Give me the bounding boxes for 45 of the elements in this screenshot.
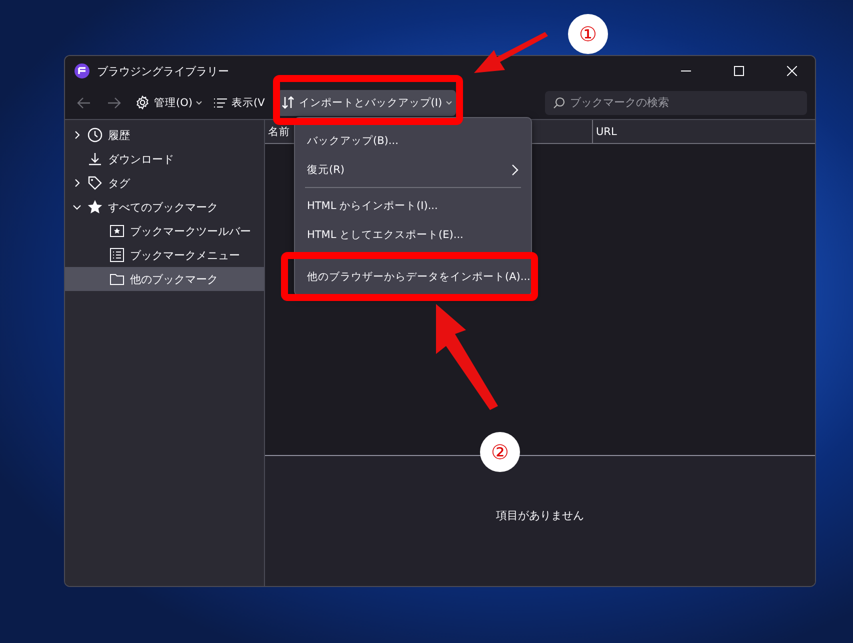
up-down-arrows-icon (280, 96, 295, 109)
chevron-icon (511, 164, 519, 176)
menu-item[interactable]: 他のブラウザーからデータをインポート(A)... (295, 262, 531, 291)
menu-item[interactable]: HTML としてエクスポート(E)... (295, 220, 531, 249)
gear-icon (135, 95, 150, 110)
caret-icon (446, 100, 452, 104)
star-icon (87, 199, 103, 215)
sidebar-item[interactable]: 他のブックマーク (65, 267, 264, 291)
sidebar-item[interactable]: すべてのブックマーク (65, 195, 264, 219)
star-box-icon (109, 223, 125, 239)
clock-icon (87, 127, 103, 143)
step-marker (568, 14, 608, 54)
step-marker (480, 432, 520, 472)
tag-icon (87, 175, 103, 191)
download-icon (87, 151, 103, 167)
caret-icon (196, 100, 202, 104)
search-field[interactable]: ブックマークの検索 (545, 90, 807, 114)
list-icon (214, 98, 228, 108)
sidebar-item[interactable]: タグ (65, 171, 264, 195)
sidebar-item[interactable]: 履歴 (65, 123, 264, 147)
close-icon (787, 66, 797, 76)
chevron-icon[interactable] (72, 202, 82, 212)
list-icon (109, 247, 125, 263)
chevron-icon[interactable] (72, 130, 82, 140)
back-arrow-icon (77, 96, 91, 108)
views-button[interactable]: 表示(V (210, 90, 269, 116)
menu-item[interactable]: 復元(R) (295, 155, 531, 184)
folder-icon (109, 271, 125, 287)
sidebar-item[interactable]: ダウンロード (65, 147, 264, 171)
organize-button[interactable]: 管理(O) (131, 90, 206, 116)
window-title: ブラウジングライブラリー (97, 64, 230, 78)
empty-message: 項目がありません (496, 508, 584, 524)
column-header[interactable]: URL (593, 120, 617, 143)
menu-item[interactable]: バックアップ(B)... (295, 126, 531, 155)
app-logo-icon (74, 63, 90, 79)
search-icon (553, 96, 565, 108)
chevron-icon[interactable] (72, 178, 82, 188)
sidebar-item[interactable]: ブックマークツールバー (65, 219, 264, 243)
maximize-icon (734, 66, 744, 76)
menu-item[interactable]: HTML からインポート(I)... (295, 191, 531, 220)
step-number: ② (491, 440, 509, 464)
step-number: ① (579, 22, 597, 46)
search-input[interactable]: ブックマークの検索 (570, 96, 799, 109)
sidebar-item[interactable]: ブックマークメニュー (65, 243, 264, 267)
forward-arrow-icon (107, 96, 121, 108)
